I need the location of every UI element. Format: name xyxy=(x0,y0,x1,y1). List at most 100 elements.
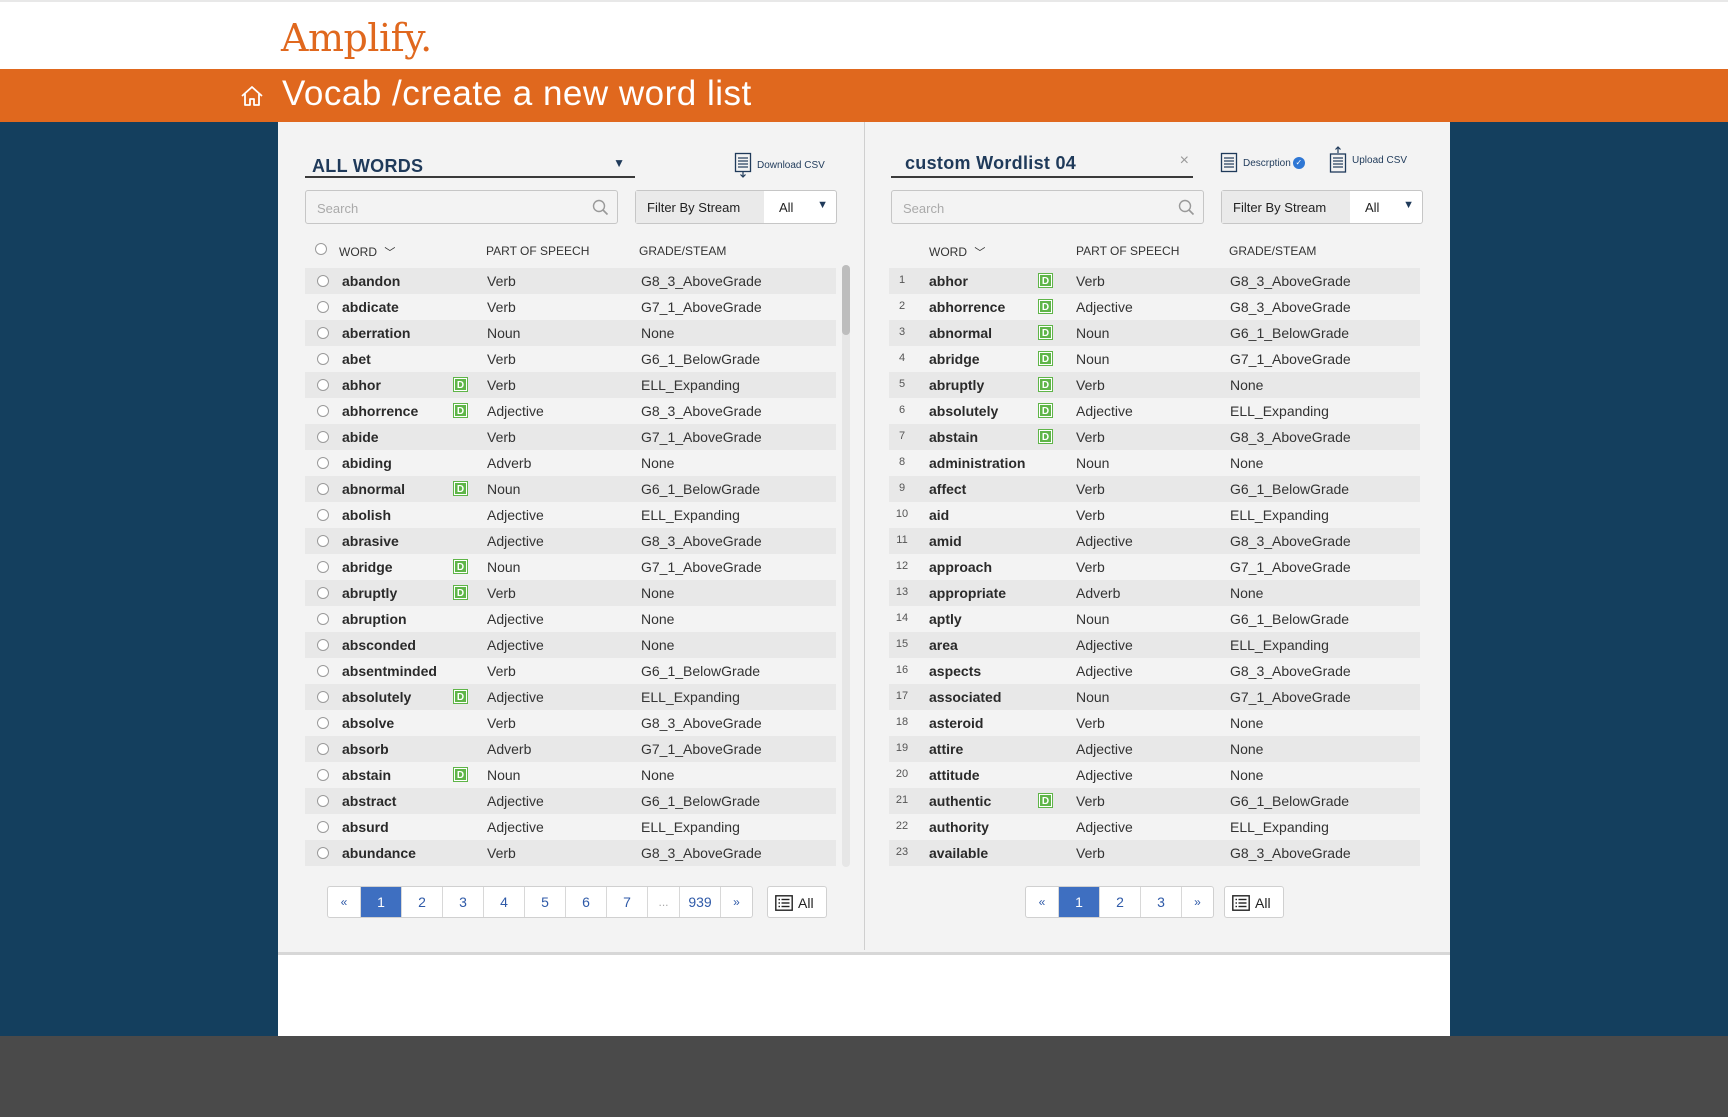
table-row[interactable]: abolish Adjective ELL_Expanding xyxy=(305,502,836,528)
page-4[interactable]: 4 xyxy=(483,887,524,917)
page-2[interactable]: 2 xyxy=(401,887,442,917)
table-row[interactable]: abiding Adverb None xyxy=(305,450,836,476)
table-row[interactable]: abridge D Noun G7_1_AboveGrade xyxy=(305,554,836,580)
row-select-radio[interactable] xyxy=(317,405,329,417)
search-icon[interactable] xyxy=(1178,199,1195,216)
page-2[interactable]: 2 xyxy=(1099,887,1140,917)
table-row[interactable]: 7 abstain D Verb G8_3_AboveGrade xyxy=(889,424,1420,450)
select-all-radio[interactable] xyxy=(315,243,327,255)
table-row[interactable]: 14 aptly Noun G6_1_BelowGrade xyxy=(889,606,1420,632)
table-row[interactable]: abet Verb G6_1_BelowGrade xyxy=(305,346,836,372)
row-select-radio[interactable] xyxy=(317,275,329,287)
left-stream-filter[interactable]: Filter By Stream All ▼ xyxy=(635,190,837,224)
table-row[interactable]: 8 administration Noun None xyxy=(889,450,1420,476)
row-select-radio[interactable] xyxy=(317,431,329,443)
row-select-radio[interactable] xyxy=(317,535,329,547)
table-row[interactable]: 22 authority Adjective ELL_Expanding xyxy=(889,814,1420,840)
row-select-radio[interactable] xyxy=(317,327,329,339)
table-row[interactable]: absconded Adjective None xyxy=(305,632,836,658)
page-1[interactable]: 1 xyxy=(360,887,401,917)
table-row[interactable]: abstain D Noun None xyxy=(305,762,836,788)
row-select-radio[interactable] xyxy=(317,821,329,833)
page-7[interactable]: 7 xyxy=(606,887,647,917)
table-row[interactable]: 13 appropriate Adverb None xyxy=(889,580,1420,606)
row-select-radio[interactable] xyxy=(317,561,329,573)
page-last[interactable]: 939 xyxy=(679,887,720,917)
scroll-thumb[interactable] xyxy=(842,265,850,335)
table-row[interactable]: abide Verb G7_1_AboveGrade xyxy=(305,424,836,450)
table-row[interactable]: 19 attire Adjective None xyxy=(889,736,1420,762)
left-show-all-button[interactable]: All xyxy=(767,886,827,918)
row-select-radio[interactable] xyxy=(317,743,329,755)
table-row[interactable]: 12 approach Verb G7_1_AboveGrade xyxy=(889,554,1420,580)
table-row[interactable]: aberration Noun None xyxy=(305,320,836,346)
table-row[interactable]: 23 available Verb G8_3_AboveGrade xyxy=(889,840,1420,866)
table-row[interactable]: absentminded Verb G6_1_BelowGrade xyxy=(305,658,836,684)
upload-csv-button[interactable]: Upload CSV xyxy=(1329,146,1407,174)
table-row[interactable]: 1 abhor D Verb G8_3_AboveGrade xyxy=(889,268,1420,294)
row-select-radio[interactable] xyxy=(317,353,329,365)
table-row[interactable]: 2 abhorrence D Adjective G8_3_AboveGrade xyxy=(889,294,1420,320)
col-word[interactable]: WORD ﹀ xyxy=(929,244,985,260)
table-row[interactable]: 10 aid Verb ELL_Expanding xyxy=(889,502,1420,528)
table-row[interactable]: abundance Verb G8_3_AboveGrade xyxy=(305,840,836,866)
amplify-logo[interactable]: Amplify. xyxy=(281,16,432,60)
row-select-radio[interactable] xyxy=(317,587,329,599)
table-row[interactable]: absolve Verb G8_3_AboveGrade xyxy=(305,710,836,736)
right-stream-filter[interactable]: Filter By Stream All ▼ xyxy=(1221,190,1423,224)
page-6[interactable]: 6 xyxy=(565,887,606,917)
row-select-radio[interactable] xyxy=(317,639,329,651)
table-row[interactable]: 11 amid Adjective G8_3_AboveGrade xyxy=(889,528,1420,554)
close-icon[interactable]: × xyxy=(1180,152,1189,170)
row-select-radio[interactable] xyxy=(317,795,329,807)
left-scrollbar[interactable] xyxy=(842,265,850,867)
table-row[interactable]: absolutely D Adjective ELL_Expanding xyxy=(305,684,836,710)
home-icon[interactable] xyxy=(239,83,265,109)
row-select-radio[interactable] xyxy=(317,717,329,729)
table-row[interactable]: 21 authentic D Verb G6_1_BelowGrade xyxy=(889,788,1420,814)
table-row[interactable]: abandon Verb G8_3_AboveGrade xyxy=(305,268,836,294)
word-list-select[interactable]: ALL WORDS ▼ xyxy=(305,152,635,178)
table-row[interactable]: 5 abruptly D Verb None xyxy=(889,372,1420,398)
table-row[interactable]: abhor D Verb ELL_Expanding xyxy=(305,372,836,398)
table-row[interactable]: 17 associated Noun G7_1_AboveGrade xyxy=(889,684,1420,710)
table-row[interactable]: 15 area Adjective ELL_Expanding xyxy=(889,632,1420,658)
table-row[interactable]: abstract Adjective G6_1_BelowGrade xyxy=(305,788,836,814)
table-row[interactable]: 9 affect Verb G6_1_BelowGrade xyxy=(889,476,1420,502)
table-row[interactable]: absorb Adverb G7_1_AboveGrade xyxy=(305,736,836,762)
row-select-radio[interactable] xyxy=(317,769,329,781)
table-row[interactable]: abruptly D Verb None xyxy=(305,580,836,606)
page-5[interactable]: 5 xyxy=(524,887,565,917)
list-name-field[interactable]: custom Wordlist 04 × xyxy=(891,152,1193,178)
table-row[interactable]: 20 attitude Adjective None xyxy=(889,762,1420,788)
page-prev[interactable]: « xyxy=(1026,887,1058,917)
page-next[interactable]: » xyxy=(1181,887,1213,917)
table-row[interactable]: 16 aspects Adjective G8_3_AboveGrade xyxy=(889,658,1420,684)
row-select-radio[interactable] xyxy=(317,509,329,521)
table-row[interactable]: abruption Adjective None xyxy=(305,606,836,632)
table-row[interactable]: abhorrence D Adjective G8_3_AboveGrade xyxy=(305,398,836,424)
table-row[interactable]: 6 absolutely D Adjective ELL_Expanding xyxy=(889,398,1420,424)
row-select-radio[interactable] xyxy=(317,457,329,469)
page-3[interactable]: 3 xyxy=(442,887,483,917)
row-select-radio[interactable] xyxy=(317,847,329,859)
table-row[interactable]: abdicate Verb G7_1_AboveGrade xyxy=(305,294,836,320)
search-icon[interactable] xyxy=(592,199,609,216)
page-3[interactable]: 3 xyxy=(1140,887,1181,917)
description-button[interactable]: Descrption ✓ xyxy=(1220,152,1305,174)
table-row[interactable]: 4 abridge D Noun G7_1_AboveGrade xyxy=(889,346,1420,372)
table-row[interactable]: abnormal D Noun G6_1_BelowGrade xyxy=(305,476,836,502)
row-select-radio[interactable] xyxy=(317,379,329,391)
page-next[interactable]: » xyxy=(720,887,752,917)
download-csv-button[interactable]: Download CSV xyxy=(734,152,825,178)
page-prev[interactable]: « xyxy=(328,887,360,917)
table-row[interactable]: 18 asteroid Verb None xyxy=(889,710,1420,736)
table-row[interactable]: absurd Adjective ELL_Expanding xyxy=(305,814,836,840)
row-select-radio[interactable] xyxy=(317,665,329,677)
page-1[interactable]: 1 xyxy=(1058,887,1099,917)
left-search-input[interactable]: Search xyxy=(305,190,618,224)
row-select-radio[interactable] xyxy=(317,301,329,313)
table-row[interactable]: abrasive Adjective G8_3_AboveGrade xyxy=(305,528,836,554)
right-search-input[interactable]: Search xyxy=(891,190,1204,224)
col-word[interactable]: WORD ﹀ xyxy=(339,244,395,260)
